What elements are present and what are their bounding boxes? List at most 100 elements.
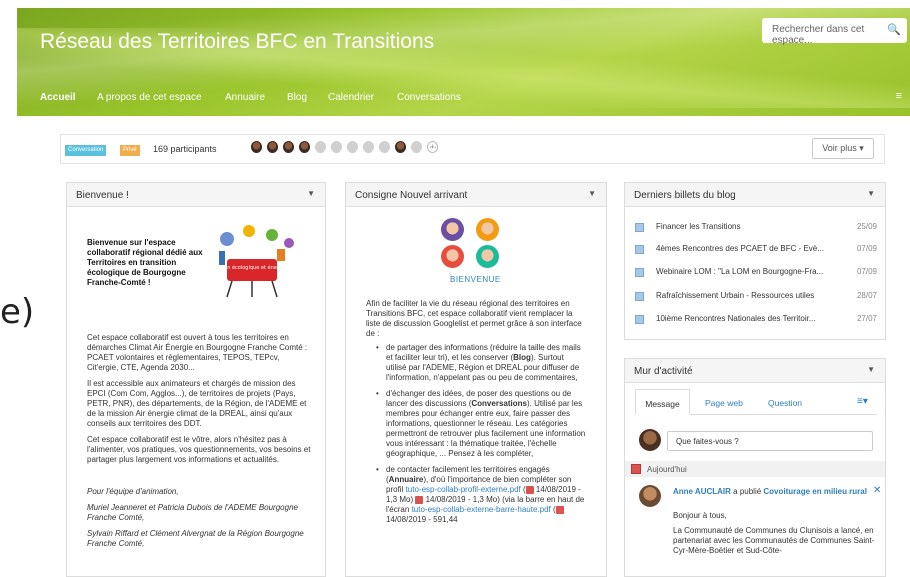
nav-item-conversations[interactable]: Conversations: [397, 92, 461, 103]
person-icon: [476, 218, 499, 241]
blog-post-row[interactable]: Webinaire LOM : "La LOM en Bourgogne-Fra…: [635, 266, 877, 280]
more-participants: ...: [429, 140, 437, 150]
nav-item-accueil[interactable]: Accueil: [40, 92, 76, 103]
pdf-link[interactable]: tuto-esp-collab-profil-externe.pdf: [406, 485, 521, 494]
nav-item-blog[interactable]: Blog: [287, 92, 307, 103]
illustration-caption: Transition écologique et énergétique: [205, 264, 298, 271]
transition-illustration: Transition écologique et énergétique: [205, 225, 298, 298]
avatar[interactable]: [299, 141, 310, 153]
calendar-icon: [631, 464, 641, 474]
bienvenue-banner: BIENVENUE: [450, 275, 501, 284]
signature-line: Sylvain Riffard et Clément Alvergnat de …: [87, 529, 304, 548]
avatar-placeholder[interactable]: [379, 141, 390, 153]
blog-post-title[interactable]: Financer les Transitions: [656, 222, 740, 231]
card-menu-caret-icon[interactable]: ▼: [307, 189, 315, 198]
welcome-card: Bienvenue ! ▼ Bienvenue sur l'espace col…: [66, 182, 326, 577]
avatar-placeholder[interactable]: [331, 141, 342, 153]
avatar-placeholder[interactable]: [411, 141, 422, 153]
avatar[interactable]: [267, 141, 278, 153]
participants-count[interactable]: 169 participants: [153, 144, 217, 154]
avatar[interactable]: [251, 141, 262, 153]
person-icon: [441, 218, 464, 241]
avatar-placeholder[interactable]: [347, 141, 358, 153]
welcome-paragraph: Cet espace collaboratif est ouvert à tou…: [87, 333, 308, 372]
day-header: Aujourd'hui: [625, 461, 885, 477]
post-title-link[interactable]: Covoiturage en milieu rural: [763, 487, 867, 496]
site-title[interactable]: Réseau des Territoires BFC en Transition…: [40, 30, 434, 54]
onboarding-card: Consigne Nouvel arrivant ▼ BIENVENUE Afi…: [345, 182, 607, 577]
nav-item-annuaire[interactable]: Annuaire: [225, 92, 265, 103]
welcome-paragraph: Cet espace collaboratif est le vôtre, al…: [87, 435, 311, 464]
people-illustration: [441, 218, 511, 268]
onboarding-card-title: Consigne Nouvel arrivant: [355, 190, 468, 201]
card-header: Mur d'activité ▼: [625, 359, 885, 383]
nav-item-calendrier[interactable]: Calendrier: [328, 92, 374, 103]
search-icon[interactable]: 🔍: [887, 23, 901, 36]
tabs-menu-icon[interactable]: ≡▾: [857, 396, 868, 407]
onboarding-intro: Afin de faciliter la vie du réseau régio…: [366, 299, 582, 338]
clipped-text-fragment: e): [0, 292, 35, 332]
post-paragraph: La Communauté de Communes du Clunisois a…: [673, 526, 875, 555]
pdf-icon: [555, 505, 564, 514]
blog-post-date: 07/09: [856, 244, 877, 253]
search-placeholder: Rechercher dans cet espace...: [772, 24, 865, 46]
blog-card: Derniers billets du blog ▼ Financer les …: [624, 182, 886, 340]
card-header: Bienvenue ! ▼: [67, 183, 325, 207]
blog-post-row[interactable]: Rafraîchissement Urbain - Ressources uti…: [635, 290, 877, 304]
tab-page-web[interactable]: Page web: [705, 398, 743, 408]
avatar-placeholder[interactable]: [363, 141, 374, 153]
list-item: de contacter facilement les territoires …: [376, 465, 586, 525]
conversation-tag: Conversation: [65, 145, 107, 156]
private-tag: Privé: [120, 145, 140, 156]
blog-post-title[interactable]: 10ième Rencontres Nationales des Territo…: [656, 314, 816, 323]
document-icon: [635, 245, 644, 254]
pdf-link[interactable]: tuto-esp-collab-externe-barre-haute.pdf: [412, 505, 551, 514]
close-icon[interactable]: ✕: [873, 485, 881, 496]
space-meta-bar: Conversation Privé 169 participants + ..…: [60, 134, 885, 164]
activity-post-header: Anne AUCLAIR a publié Covoiturage en mil…: [673, 487, 867, 496]
blog-post-row[interactable]: 10ième Rencontres Nationales des Territo…: [635, 313, 877, 327]
blog-post-title[interactable]: Webinaire LOM : "La LOM en Bourgogne-Fra…: [656, 267, 823, 276]
blog-post-title[interactable]: Rafraîchissement Urbain - Ressources uti…: [656, 291, 814, 300]
welcome-paragraph: Il est accessible aux animateurs et char…: [87, 379, 307, 428]
welcome-body: Cet espace collaboratif est ouvert à tou…: [77, 325, 322, 563]
status-input[interactable]: Que faites-vous ?: [667, 431, 873, 451]
list-item: de partager des informations (réduire la…: [376, 343, 586, 383]
avatar[interactable]: [639, 485, 661, 507]
see-more-button[interactable]: Voir plus ▾: [812, 138, 874, 159]
onboarding-list: de partager des informations (réduire la…: [366, 343, 586, 525]
blog-card-title: Derniers billets du blog: [634, 190, 736, 201]
person-icon: [476, 245, 499, 268]
blog-post-title[interactable]: 4èmes Rencontres des PCAET de BFC - Evè.…: [656, 244, 824, 253]
avatar-placeholder[interactable]: [315, 141, 326, 153]
hamburger-menu-icon[interactable]: ≡: [896, 90, 902, 102]
card-header: Derniers billets du blog ▼: [625, 183, 885, 207]
blog-post-date: 28/07: [856, 291, 877, 300]
site-banner: Réseau des Territoires BFC en Transition…: [17, 8, 910, 116]
document-icon: [635, 268, 644, 277]
list-item: d'échanger des idées, de poser des quest…: [376, 389, 586, 459]
welcome-lead-text: Bienvenue sur l'espace collaboratif régi…: [87, 238, 203, 287]
blog-post-date: 07/09: [856, 267, 877, 276]
search-input[interactable]: Rechercher dans cet espace... 🔍: [762, 18, 907, 46]
onboarding-body: Afin de faciliter la vie du réseau régio…: [356, 291, 596, 539]
tab-question[interactable]: Question: [768, 398, 802, 408]
avatar[interactable]: [395, 141, 406, 153]
document-icon: [635, 315, 644, 324]
card-menu-caret-icon[interactable]: ▼: [867, 189, 875, 198]
avatar[interactable]: [283, 141, 294, 153]
blog-post-row[interactable]: 4èmes Rencontres des PCAET de BFC - Evè.…: [635, 243, 877, 257]
welcome-card-title: Bienvenue !: [76, 190, 129, 201]
person-icon: [441, 245, 464, 268]
blog-post-date: 25/09: [856, 222, 877, 231]
document-icon: [635, 223, 644, 232]
activity-wall-card: Mur d'activité ▼ Message Page web Questi…: [624, 358, 886, 577]
avatar: [639, 429, 661, 451]
nav-item-a-propos[interactable]: A propos de cet espace: [97, 92, 202, 103]
post-author-link[interactable]: Anne AUCLAIR: [673, 487, 731, 496]
day-label: Aujourd'hui: [647, 465, 687, 474]
card-menu-caret-icon[interactable]: ▼: [867, 365, 875, 374]
card-menu-caret-icon[interactable]: ▼: [588, 189, 596, 198]
tab-message[interactable]: Message: [635, 389, 690, 415]
blog-post-row[interactable]: Financer les Transitions 25/09: [635, 221, 877, 235]
